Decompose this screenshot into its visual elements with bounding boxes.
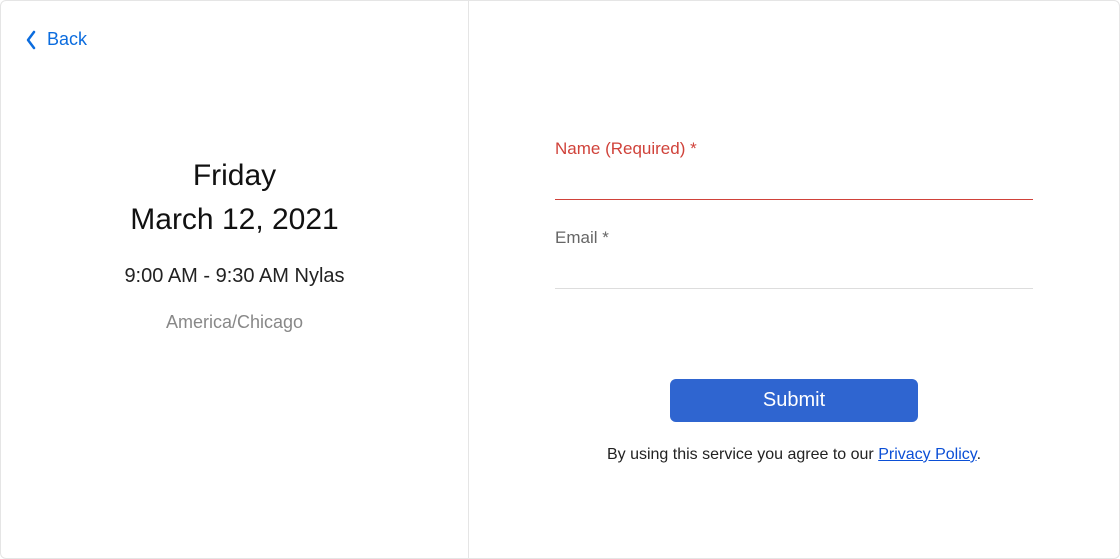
event-details-panel: Friday March 12, 2021 9:00 AM - 9:30 AM … <box>1 1 469 558</box>
name-label: Name (Required) * <box>555 139 1033 159</box>
name-field-group: Name (Required) * <box>555 139 1033 200</box>
submit-wrap: Submit <box>555 379 1033 422</box>
email-field-group: Email * <box>555 228 1033 289</box>
booking-container: Back Friday March 12, 2021 9:00 AM - 9:3… <box>0 0 1120 559</box>
back-button[interactable]: Back <box>25 29 87 50</box>
event-date: March 12, 2021 <box>130 203 338 237</box>
agreement-prefix: By using this service you agree to our <box>607 446 878 463</box>
event-timezone: America/Chicago <box>166 312 303 333</box>
back-label: Back <box>47 29 87 50</box>
event-day-name: Friday <box>193 159 276 193</box>
agreement-suffix: . <box>977 446 981 463</box>
event-time-slot: 9:00 AM - 9:30 AM Nylas <box>124 265 344 288</box>
email-input[interactable] <box>555 254 1033 289</box>
booking-form-panel: Name (Required) * Email * Submit By usin… <box>469 1 1119 558</box>
agreement-text: By using this service you agree to our P… <box>555 446 1033 464</box>
email-label: Email * <box>555 228 1033 248</box>
chevron-left-icon <box>25 30 37 50</box>
submit-button[interactable]: Submit <box>670 379 918 422</box>
privacy-policy-link[interactable]: Privacy Policy <box>878 446 976 463</box>
name-input[interactable] <box>555 165 1033 200</box>
